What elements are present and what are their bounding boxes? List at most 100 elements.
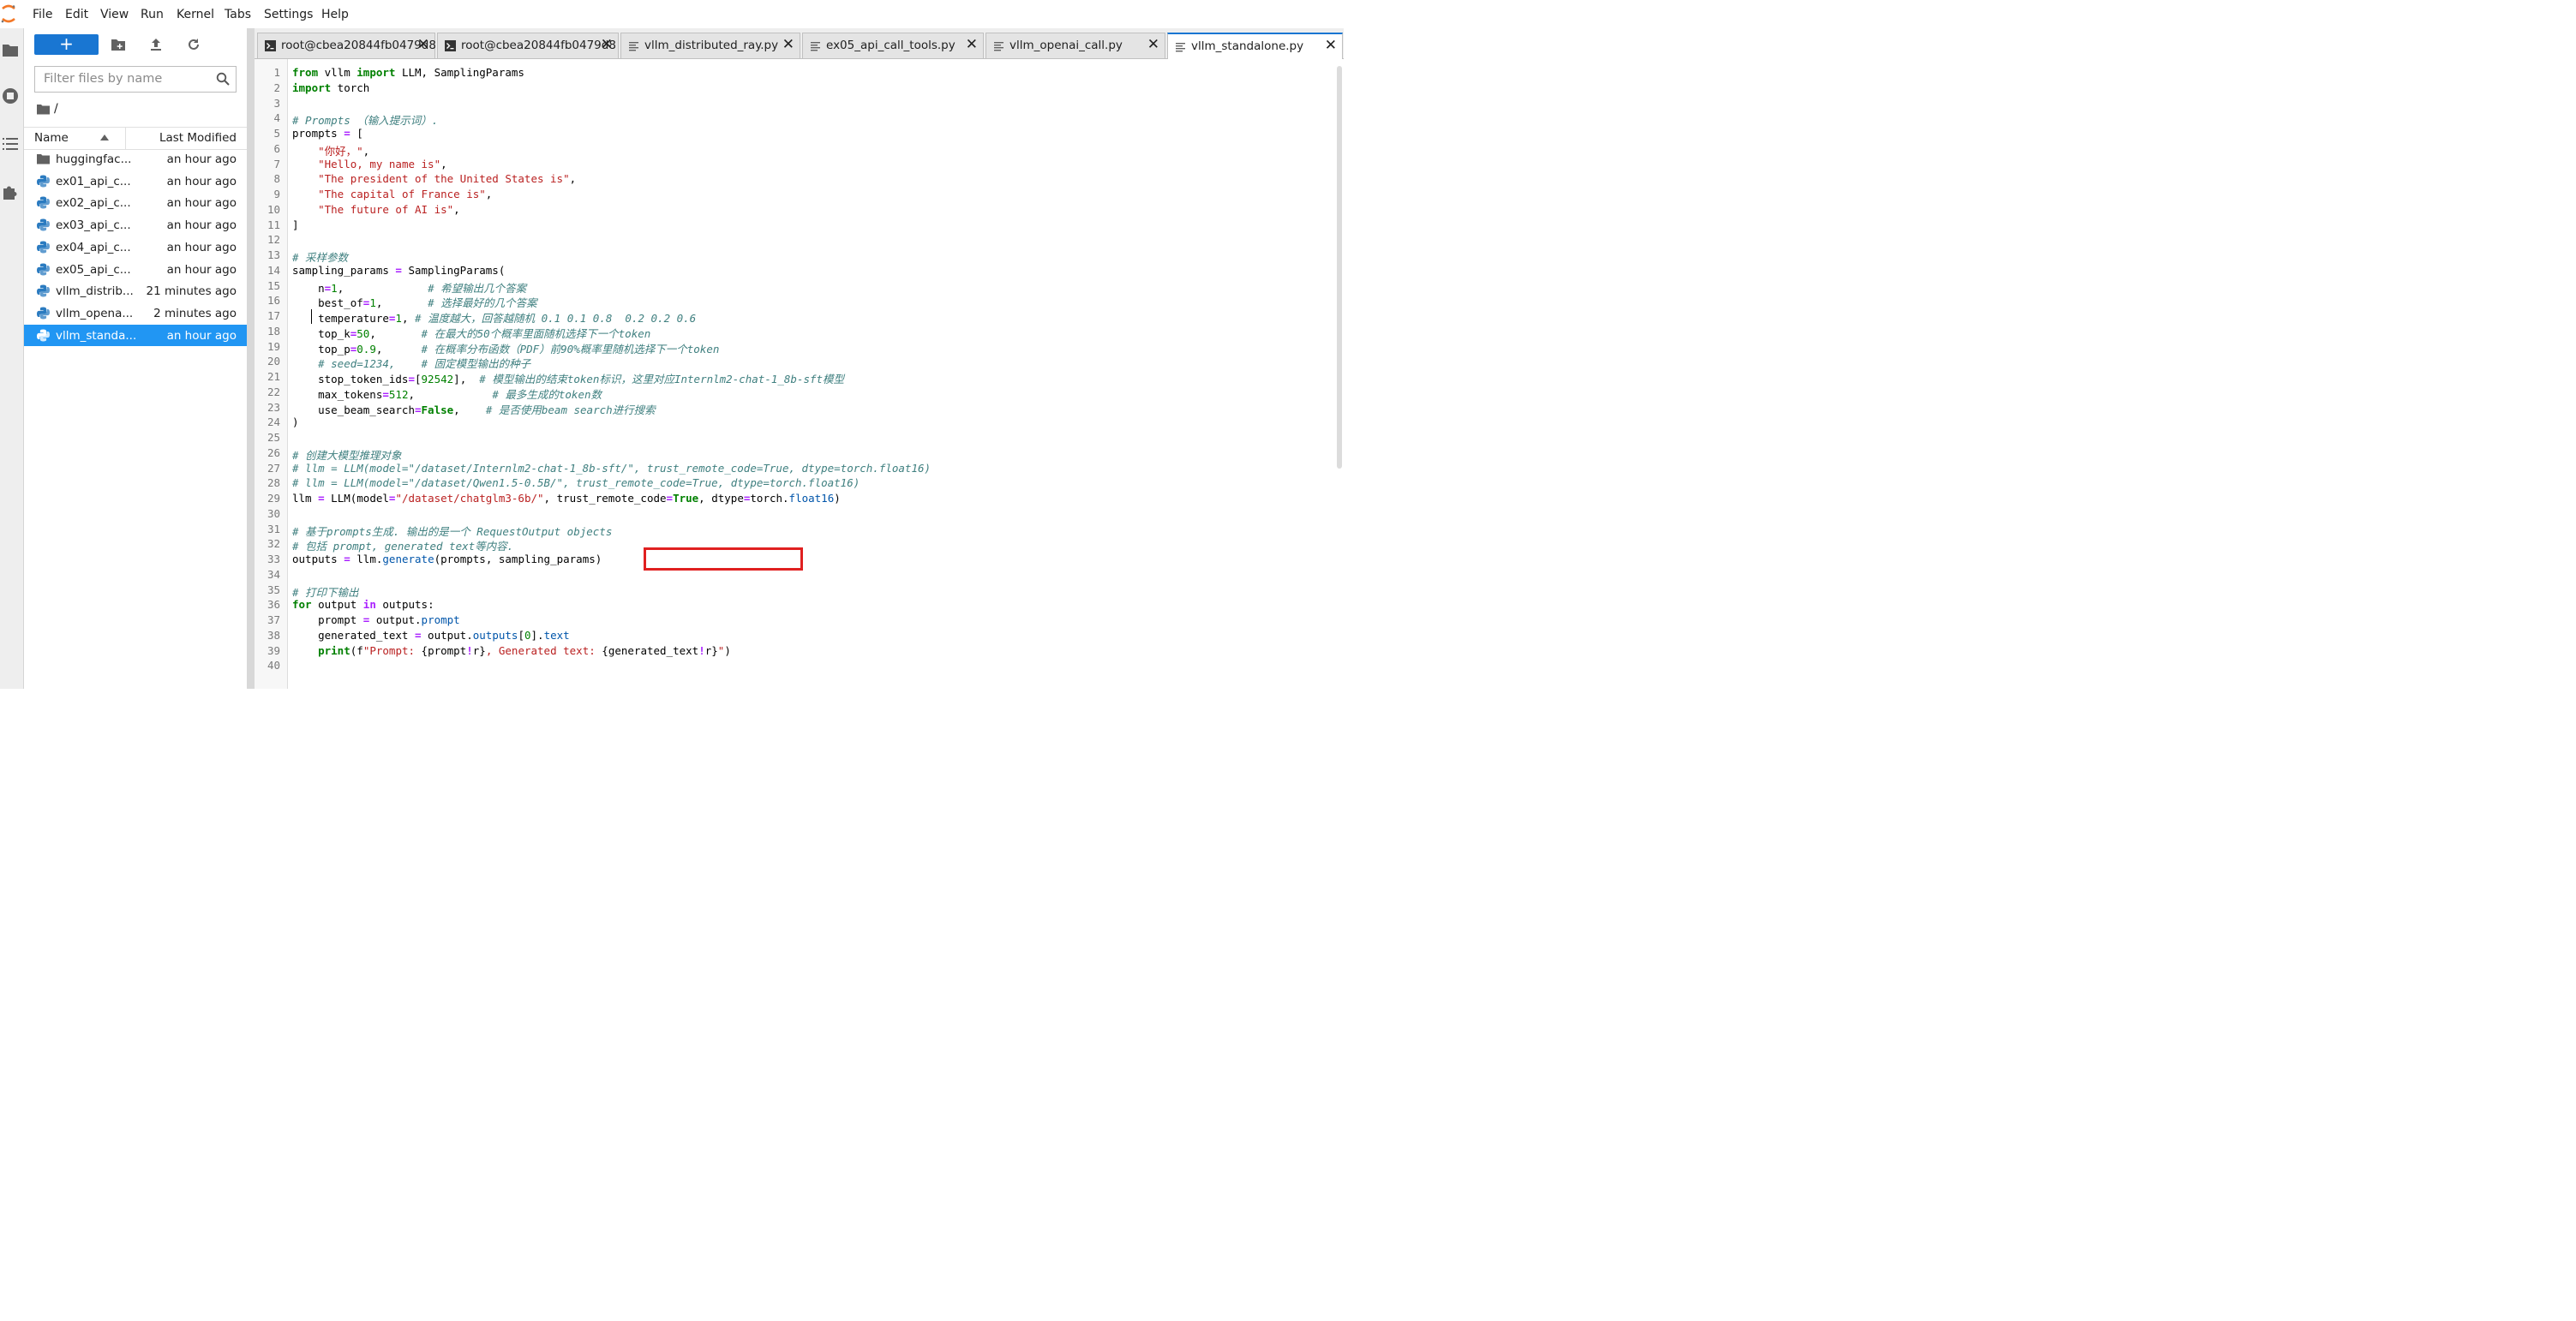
code-line[interactable]: print(f"Prompt: {prompt!r}, Generated te… — [292, 644, 731, 657]
code-line[interactable]: "The capital of France is", — [292, 188, 492, 200]
breadcrumb-root[interactable]: / — [54, 102, 58, 116]
code-line[interactable]: stop_token_ids=[92542], # 模型输出的结束token标识… — [292, 370, 844, 386]
file-modified: 21 minutes ago — [146, 284, 237, 299]
python-file-icon — [37, 196, 50, 209]
code-line[interactable]: "The president of the United States is", — [292, 172, 576, 185]
menu-edit[interactable]: Edit — [65, 8, 88, 21]
menu-tabs[interactable]: Tabs — [225, 8, 251, 21]
code-line[interactable]: # seed=1234, # 固定模型输出的种子 — [292, 355, 530, 371]
file-row[interactable]: ex02_api_c... an hour ago — [24, 192, 247, 214]
file-row[interactable]: ex05_api_c... an hour ago — [24, 259, 247, 281]
menu-kernel[interactable]: Kernel — [177, 8, 214, 21]
code-line[interactable]: generated_text = output.outputs[0].text — [292, 629, 570, 642]
folder-icon[interactable] — [1, 40, 20, 59]
extension-puzzle-icon[interactable] — [1, 182, 20, 201]
tab-terminal-2[interactable]: root@cbea20844fb0479d8 ✕ — [437, 33, 619, 58]
code-token: True — [673, 492, 699, 505]
code-line[interactable]: from vllm import LLM, SamplingParams — [292, 66, 524, 79]
line-number: 11 — [267, 218, 280, 231]
close-icon[interactable]: ✕ — [1325, 37, 1337, 54]
file-row[interactable]: ex03_api_c... an hour ago — [24, 214, 247, 236]
column-name[interactable]: Name — [34, 131, 69, 145]
code-line[interactable]: # 采样参数 — [292, 248, 348, 265]
menu-run[interactable]: Run — [141, 8, 164, 21]
code-line[interactable]: n=1, # 希望输出几个答案 — [292, 279, 526, 296]
jupyter-logo-icon[interactable] — [0, 4, 17, 23]
menu-view[interactable]: View — [100, 8, 129, 21]
code-line[interactable]: # 基于prompts生成. 输出的是一个 RequestOutput obje… — [292, 523, 612, 539]
code-line[interactable]: top_p=0.9, # 在概率分布函数（PDF）前90%概率里随机选择下一个t… — [292, 340, 719, 356]
file-row[interactable]: vllm_distrib... 21 minutes ago — [24, 280, 247, 302]
code-line[interactable]: outputs = llm.generate(prompts, sampling… — [292, 553, 602, 565]
code-line[interactable]: "Hello, my name is", — [292, 158, 447, 170]
running-stop-icon[interactable] — [1, 87, 20, 105]
code-line[interactable]: temperature=1, # 温度越大，回答越随机 0.1 0.1 0.8 … — [292, 309, 696, 326]
code-line[interactable]: ) — [292, 415, 299, 428]
file-row[interactable]: ex01_api_c... an hour ago — [24, 170, 247, 193]
code-line[interactable]: for output in outputs: — [292, 598, 434, 611]
code-token: from — [292, 66, 319, 79]
code-line[interactable]: "你好，", — [292, 142, 369, 158]
code-line[interactable]: # 打印下输出 — [292, 583, 359, 600]
code-line[interactable]: import torch — [292, 81, 369, 94]
close-icon[interactable]: ✕ — [601, 36, 613, 53]
table-of-contents-icon[interactable] — [1, 134, 20, 153]
code-line[interactable]: # Prompts （输入提示词）. — [292, 111, 438, 128]
code-line[interactable]: # llm = LLM(model="/dataset/Internlm2-ch… — [292, 462, 931, 475]
code-token: False — [421, 403, 454, 416]
panel-splitter[interactable] — [247, 28, 255, 689]
menu-file[interactable]: File — [33, 8, 52, 21]
filter-files-input[interactable]: Filter files by name — [34, 66, 237, 93]
refresh-icon[interactable] — [186, 37, 201, 52]
vertical-scrollbar[interactable] — [1337, 66, 1342, 469]
close-icon[interactable]: ✕ — [966, 36, 978, 53]
code-line[interactable]: use_beam_search=False, # 是否使用beam search… — [292, 401, 656, 417]
file-row[interactable]: ex04_api_c... an hour ago — [24, 236, 247, 259]
code-line[interactable]: ] — [292, 218, 299, 231]
code-line[interactable]: best_of=1, # 选择最好的几个答案 — [292, 294, 537, 310]
tab-terminal-1[interactable]: root@cbea20844fb0479d8 ✕ — [257, 33, 436, 58]
file-row[interactable]: huggingfac... an hour ago — [24, 148, 247, 170]
folder-icon — [37, 154, 50, 164]
folder-icon[interactable] — [37, 104, 50, 115]
tab-vllm-openai-call[interactable]: vllm_openai_call.py ✕ — [985, 33, 1165, 58]
code-token: [ — [350, 127, 363, 140]
code-line[interactable]: # 包括 prompt, generated text等内容. — [292, 537, 513, 553]
close-icon[interactable]: ✕ — [1147, 36, 1159, 53]
tab-vllm-distributed-ray[interactable]: vllm_distributed_ray.py ✕ — [620, 33, 800, 58]
code-token: "/dataset/chatglm3-6b/" — [395, 492, 544, 505]
file-row[interactable]: vllm_opena... 2 minutes ago — [24, 302, 247, 325]
close-icon[interactable]: ✕ — [782, 36, 794, 53]
code-line[interactable]: sampling_params = SamplingParams( — [292, 264, 505, 277]
code-line[interactable]: # 创建大模型推理对象 — [292, 446, 402, 463]
code-token: prompt — [292, 613, 363, 626]
menu-help[interactable]: Help — [321, 8, 349, 21]
code-token: , — [401, 312, 416, 325]
code-line[interactable]: prompts = [ — [292, 127, 363, 140]
code-token: output. — [421, 628, 473, 642]
close-icon[interactable]: ✕ — [417, 36, 429, 53]
file-row-selected[interactable]: vllm_standa... an hour ago — [24, 324, 247, 347]
code-line[interactable]: llm = LLM(model="/dataset/chatglm3-6b/",… — [292, 492, 841, 505]
code-line[interactable]: # llm = LLM(model="/dataset/Qwen1.5-0.5B… — [292, 476, 860, 489]
code-token: 512 — [388, 387, 409, 401]
new-launcher-button[interactable]: + — [34, 34, 99, 55]
code-token: outputs — [292, 553, 344, 565]
code-token: # 包括 prompt, generated text等内容. — [292, 540, 514, 553]
code-line[interactable]: "The future of AI is", — [292, 203, 460, 216]
code-area[interactable]: from vllm import LLM, SamplingParams impo… — [292, 59, 1329, 689]
code-editor[interactable]: 1 2 3 4 5 6 7 8 9 10 11 12 13 14 15 16 17 18 19 20 21 22 23 24 2… — [255, 59, 1344, 689]
code-line[interactable]: top_k=50, # 在最大的50个概率里面随机选择下一个token — [292, 325, 650, 341]
code-token: output — [311, 598, 363, 612]
tab-vllm-standalone[interactable]: vllm_standalone.py ✕ — [1167, 33, 1343, 60]
column-divider[interactable] — [125, 128, 126, 149]
column-last-modified[interactable]: Last Modified — [159, 131, 237, 145]
code-line[interactable]: prompt = output.prompt — [292, 613, 460, 626]
code-line[interactable]: max_tokens=512, # 最多生成的token数 — [292, 386, 602, 402]
code-token: ) — [834, 492, 841, 505]
tab-ex05-api-call-tools[interactable]: ex05_api_call_tools.py ✕ — [802, 33, 984, 58]
new-folder-icon[interactable] — [111, 37, 126, 52]
upload-icon[interactable] — [148, 37, 164, 52]
menu-settings[interactable]: Settings — [264, 8, 313, 21]
